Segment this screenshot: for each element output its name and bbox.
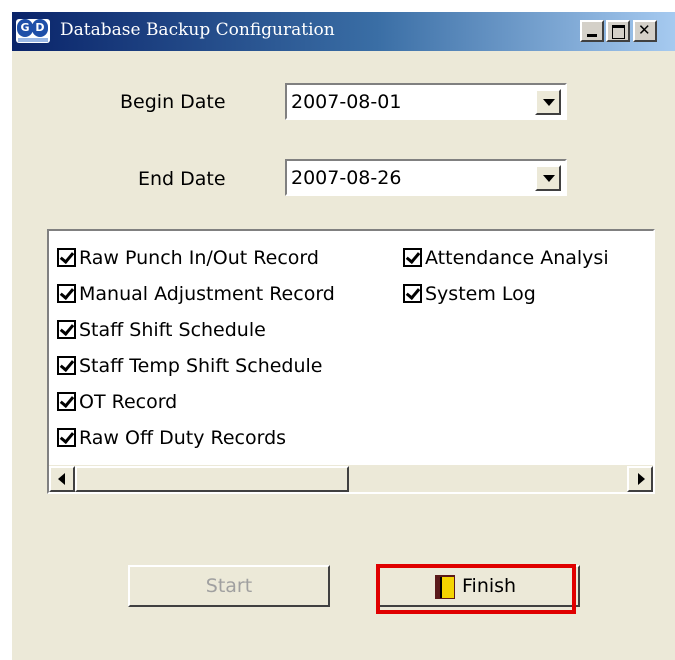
horizontal-scrollbar[interactable] — [49, 465, 653, 492]
checkbox-checked-icon[interactable] — [57, 356, 76, 375]
end-date-value: 2007-08-26 — [291, 167, 402, 189]
app-logo-icon: GD — [16, 19, 50, 43]
list-item-label: Raw Punch In/Out Record — [79, 247, 319, 269]
scrollbar-thumb[interactable] — [75, 466, 349, 492]
chevron-down-icon[interactable] — [535, 89, 561, 115]
title-bar[interactable]: GD Database Backup Configuration — [12, 12, 675, 51]
checkbox-checked-icon[interactable] — [403, 248, 422, 267]
list-item-label: System Log — [425, 283, 536, 305]
checkbox-checked-icon[interactable] — [57, 248, 76, 267]
list-item-label: OT Record — [79, 391, 178, 413]
list-item-label: Attendance Analysi — [425, 247, 609, 269]
scroll-right-icon[interactable] — [627, 466, 653, 492]
backup-items-list[interactable]: Raw Punch In/Out Record Manual Adjustmen… — [47, 229, 655, 494]
list-item-label: Staff Temp Shift Schedule — [79, 355, 323, 377]
maximize-icon[interactable] — [606, 20, 630, 42]
start-button[interactable]: Start — [128, 565, 330, 607]
chevron-down-icon[interactable] — [535, 165, 561, 191]
scroll-left-icon[interactable] — [49, 466, 75, 492]
list-item-label: Staff Shift Schedule — [79, 319, 266, 341]
end-date-select[interactable]: 2007-08-26 — [285, 159, 567, 196]
window-title: Database Backup Configuration — [60, 20, 335, 40]
backup-config-window: GD Database Backup Configuration Begin D… — [12, 12, 675, 660]
begin-date-select[interactable]: 2007-08-01 — [285, 83, 567, 120]
begin-date-label: Begin Date — [120, 91, 226, 113]
end-date-label: End Date — [138, 168, 226, 190]
checkbox-checked-icon[interactable] — [57, 284, 76, 303]
checkbox-checked-icon[interactable] — [57, 320, 76, 339]
begin-date-value: 2007-08-01 — [291, 91, 402, 113]
checkbox-checked-icon[interactable] — [403, 284, 422, 303]
list-item-label: Raw Off Duty Records — [79, 427, 287, 449]
list-item-label: Manual Adjustment Record — [79, 283, 335, 305]
close-icon[interactable] — [633, 20, 657, 42]
minimize-icon[interactable] — [580, 20, 604, 42]
checkbox-checked-icon[interactable] — [57, 392, 76, 411]
finish-highlight-box — [376, 564, 576, 614]
checkbox-checked-icon[interactable] — [57, 428, 76, 447]
